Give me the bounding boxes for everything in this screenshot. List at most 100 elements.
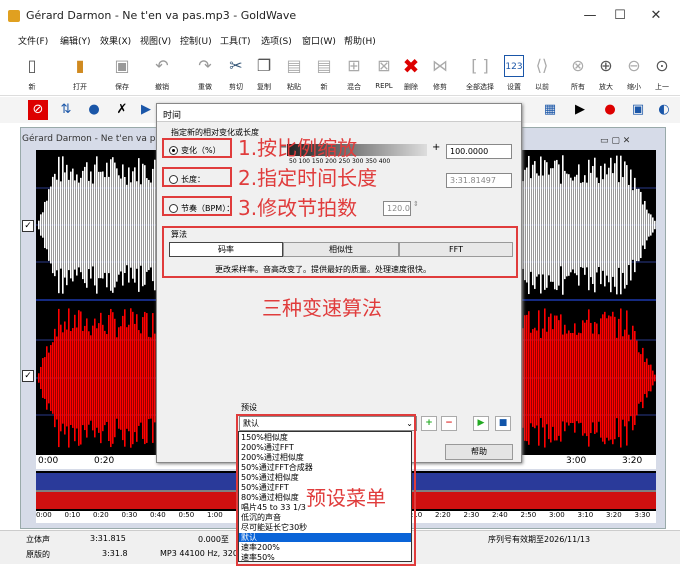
annotation-tempo: 3.修改节拍数 [238, 196, 358, 220]
menu-edit[interactable]: 编辑(Y) [60, 34, 91, 47]
overview-tick-label: 3:30 [634, 511, 651, 519]
globe-icon[interactable]: ● [84, 100, 104, 120]
overview-tick-label: 0:50 [178, 511, 195, 519]
menu-file[interactable]: 文件(F) [18, 34, 48, 47]
channel-left-checkbox[interactable]: ✓ [22, 220, 34, 232]
increase-icon[interactable]: + [432, 142, 440, 153]
menu-help[interactable]: 帮助(H) [344, 34, 376, 47]
dialog-titlebar: 时间 [157, 104, 521, 122]
overview-tick-label: 0:40 [150, 511, 166, 519]
cut-icon: ✂ [229, 56, 243, 75]
previous-button[interactable]: ⟨⟩ 以前 [528, 52, 556, 96]
overview-tick-label: 1:00 [207, 511, 223, 519]
overview-tick-label: 2:50 [520, 511, 537, 519]
previous-icon: ⟨⟩ [535, 56, 549, 75]
annotation-length: 2.指定时间长度 [238, 166, 378, 190]
preview-stop-icon[interactable]: ■ [495, 416, 511, 431]
mix-button[interactable]: ⊞ 混合 [340, 52, 368, 96]
add-preset-icon[interactable]: + [421, 416, 437, 431]
replace-button[interactable]: ⊠ REPL [370, 52, 398, 96]
tempo-input[interactable]: 120.0 [383, 201, 411, 216]
menu-bar: 文件(F) 编辑(Y) 效果(X) 视图(V) 控制(U) 工具(T) 选项(S… [0, 34, 680, 50]
overview-tick-label: 0:10 [64, 511, 81, 519]
zoom-prev-icon: ⊙ [655, 56, 669, 75]
zoom-in-button[interactable]: ⊕ 放大 [592, 52, 620, 96]
select-all-button[interactable]: [ ] 全部选择 [466, 52, 494, 96]
annotation-scale: 1.按比例缩放 [238, 136, 358, 160]
annotation-box-change [162, 138, 232, 158]
cut-button[interactable]: ✂ 剪切 [222, 52, 250, 96]
menu-effects[interactable]: 效果(X) [100, 34, 131, 47]
annotation-presets: 预设菜单 [306, 486, 386, 510]
open-button[interactable]: ▮ 打开 [66, 52, 94, 96]
save-button[interactable]: ▣ 保存 [108, 52, 136, 96]
paste-new-button[interactable]: ▤ 新 [310, 52, 338, 96]
redo-button[interactable]: ↷ 重做 [191, 52, 219, 96]
overview-tick-label: 2:30 [463, 511, 480, 519]
menu-options[interactable]: 选项(S) [261, 34, 292, 47]
preset-label: 预设 [241, 403, 257, 412]
maximize-button[interactable]: ☐ [600, 4, 640, 28]
zoom-all-icon: ⊗ [571, 56, 585, 75]
overview-tick-label: 2:40 [492, 511, 508, 519]
stop-effect-icon[interactable]: ⊘ [28, 100, 48, 120]
copy-icon: ❐ [256, 56, 272, 75]
play-icon[interactable]: ▶ [570, 100, 590, 120]
status-original: 原版的 [26, 550, 50, 559]
delete-icon: ✖ [402, 54, 420, 78]
delete-button[interactable]: ✖ 删除 [397, 52, 425, 96]
paste-new-icon: ▤ [316, 56, 332, 75]
dialog-title: 时间 [163, 111, 182, 121]
status-selection: 0.000至 [198, 535, 229, 544]
channel-right-checkbox[interactable]: ✓ [22, 370, 34, 382]
annotation-box-tempo [162, 196, 232, 216]
paste-button[interactable]: ▤ 粘贴 [280, 52, 308, 96]
sound-window-buttons[interactable]: ▭ ▢ ✕ [600, 136, 654, 148]
paste-icon: ▤ [286, 56, 302, 75]
set-button[interactable]: 123 设置 [500, 52, 528, 96]
status-channel[interactable]: 立体声 [26, 534, 50, 545]
preview-play-icon[interactable]: ▶ [473, 416, 489, 431]
zoom-prev-button[interactable]: ⊙ 上一 [648, 52, 676, 96]
save-icon: ▣ [114, 56, 130, 75]
overview-tick-label: 3:10 [577, 511, 594, 519]
menu-tools[interactable]: 工具(T) [220, 34, 251, 47]
overview-tick-label: 0:00 [36, 511, 52, 519]
title-bar: Gérard Darmon - Ne t'en va pas.mp3 - Gol… [0, 0, 680, 32]
cross-icon[interactable]: ✗ [112, 100, 132, 120]
length-input[interactable]: 3:31.81497 [446, 173, 512, 188]
main-toolbar: ▯ 新 ▮ 打开 ▣ 保存 ↶ 撤销 ↷ 重做 ✂ 剪切 ❐ 复制 ▤ 粘贴 ▤ 新 ⊞ 混合 ⊠ R… [0, 52, 680, 96]
set-icon: 123 [504, 55, 524, 77]
annotation-algorithms: 三种变速算法 [262, 296, 382, 320]
trim-button[interactable]: ⋈ 修剪 [426, 52, 454, 96]
close-button[interactable]: ✕ [636, 4, 676, 28]
more-icon[interactable]: ◐ [654, 100, 674, 120]
record-icon[interactable]: ● [600, 100, 620, 120]
mix-icon: ⊞ [347, 56, 361, 75]
play-effect-icon[interactable]: ▶ [136, 100, 156, 120]
undo-icon: ↶ [155, 56, 169, 75]
spectrum-icon[interactable]: ▦ [540, 100, 560, 120]
annotation-box-length [162, 167, 232, 187]
zoom-all-button[interactable]: ⊗ 所有 [564, 52, 592, 96]
change-value-input[interactable]: 100.0000 [446, 144, 512, 159]
menu-view[interactable]: 视图(V) [140, 34, 171, 47]
copy-button[interactable]: ❐ 复制 [250, 52, 278, 96]
help-button[interactable]: 帮助 [445, 444, 513, 460]
menu-control[interactable]: 控制(U) [180, 34, 212, 47]
trim-icon: ⋈ [432, 56, 448, 75]
redo-icon: ↷ [198, 56, 212, 75]
tempo-spinner-icon[interactable]: ⇕ [413, 200, 419, 208]
undo-button[interactable]: ↶ 撤销 [148, 52, 176, 96]
zoom-out-button[interactable]: ⊖ 缩小 [620, 52, 648, 96]
status-format: MP3 44100 Hz, 320 k [160, 549, 246, 558]
settings-icon[interactable]: ▣ [628, 100, 648, 120]
overview-tick-label: 0:20 [93, 511, 109, 519]
zoom-out-icon: ⊖ [627, 56, 641, 75]
new-button[interactable]: ▯ 新 [18, 52, 46, 96]
menu-window[interactable]: 窗口(W) [302, 34, 336, 47]
new-file-icon: ▯ [27, 56, 37, 75]
remove-preset-icon[interactable]: − [441, 416, 457, 431]
status-orig-length: 3:31.8 [102, 549, 128, 558]
swap-icon[interactable]: ⇅ [56, 100, 76, 120]
